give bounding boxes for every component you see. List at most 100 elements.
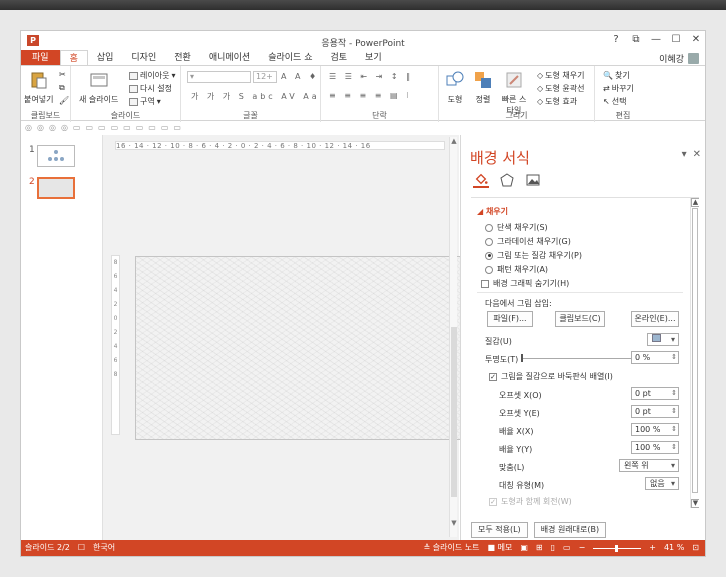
alignment-select[interactable]: 왼쪽 위 [619, 459, 679, 472]
zoom-out-icon[interactable]: − [579, 540, 586, 556]
apply-to-all-button[interactable]: 모두 적용(L) [471, 522, 528, 538]
tab-home[interactable]: 홈 [59, 50, 88, 66]
reset-background-button[interactable]: 배경 원래대로(B) [533, 522, 607, 538]
replace-button[interactable]: ⇄ 바꾸기 [603, 83, 634, 94]
zoom-in-icon[interactable]: + [649, 540, 656, 556]
insert-online-button[interactable]: 온라인(E)... [631, 311, 679, 327]
user-name: 이혜강 [659, 55, 684, 65]
hide-graphics-checkbox[interactable] [481, 279, 489, 288]
minimize-icon[interactable]: — [651, 34, 661, 45]
close-icon[interactable]: ✕ [691, 34, 701, 45]
editor-scrollbar[interactable]: ▲ ▼ [449, 137, 457, 537]
scale-y-input[interactable]: 100 % [631, 441, 679, 454]
rotate-checkbox[interactable]: ✓ [489, 497, 497, 506]
reset-button[interactable]: 다시 설정 [129, 83, 172, 94]
hide-background-graphics[interactable]: 배경 그래픽 숨기기(H) [481, 278, 569, 289]
pane-options-icon[interactable]: ▾ [682, 149, 687, 160]
fill-option-solid[interactable]: 단색 채우기(S) [485, 222, 548, 233]
picture-icon[interactable] [525, 172, 541, 188]
scale-x-input[interactable]: 100 % [631, 423, 679, 436]
list-icons[interactable]: ☰ ☰ ⇤ ⇥ ↕ ‖ [329, 72, 413, 81]
fill-option-picture[interactable]: 그림 또는 질감 채우기(P) [485, 250, 582, 261]
tile-picture-option[interactable]: ✓ 그림을 질감으로 바둑판식 배열(I) [489, 371, 613, 382]
find-button[interactable]: 🔍 찾기 [603, 70, 630, 81]
fit-to-window-icon[interactable]: ⊡ [692, 540, 699, 556]
radio-gradient[interactable] [485, 237, 493, 246]
transparency-slider[interactable] [521, 358, 631, 359]
rotate-with-shape-option[interactable]: ✓ 도형과 함께 회전(W) [489, 496, 572, 507]
shape-outline-button[interactable]: ◇ 도형 윤곽선 [537, 83, 585, 94]
font-size-combo[interactable]: 12+ [253, 71, 277, 83]
language-indicator[interactable]: 한국어 [93, 540, 115, 556]
fill-option-gradient[interactable]: 그라데이션 채우기(G) [485, 236, 571, 247]
scroll-down-icon[interactable]: ▼ [450, 519, 458, 527]
maximize-icon[interactable]: ☐ [671, 34, 681, 45]
tab-view[interactable]: 보기 [356, 50, 391, 66]
fill-bucket-icon[interactable] [473, 172, 489, 188]
tile-checkbox[interactable]: ✓ [489, 372, 497, 381]
pane-body: ◢ 채우기 단색 채우기(S) 그라데이션 채우기(G) 그림 또는 질감 채우… [471, 197, 699, 535]
zoom-slider[interactable] [593, 544, 642, 552]
layout-button[interactable]: 레이아웃 ▾ [129, 70, 175, 81]
notes-button[interactable]: ≙ 슬라이드 노트 [424, 540, 480, 556]
help-icon[interactable]: ? [611, 34, 621, 45]
comments-button[interactable]: ■ 메모 [487, 540, 512, 556]
shapes-button[interactable]: 도형 [445, 70, 465, 105]
font-grow-shrink-icons[interactable]: A A ♦ [281, 72, 319, 81]
slide-thumbnail-1[interactable] [37, 145, 75, 167]
tab-insert[interactable]: 삽입 [88, 50, 123, 66]
tab-animations[interactable]: 애니메이션 [200, 50, 259, 66]
format-painter-icon[interactable]: 🖌 [59, 96, 69, 105]
new-slide-button[interactable]: 새 슬라이드 [79, 70, 118, 105]
fill-option-pattern[interactable]: 패턴 채우기(A) [485, 264, 548, 275]
pane-scrollbar-thumb[interactable] [692, 208, 698, 493]
user-account[interactable]: 이혜강 [659, 52, 699, 65]
ribbon-display-icon[interactable]: ⧉ [631, 34, 641, 45]
pane-scroll-down-icon[interactable]: ▼ [691, 499, 699, 508]
cut-icon[interactable]: ✂ [59, 70, 66, 79]
tab-review[interactable]: 검토 [321, 50, 356, 66]
shape-effect-button[interactable]: ◇ 도형 효과 [537, 96, 577, 107]
transparency-input[interactable]: 0 % [631, 351, 679, 364]
slide-sorter-view-icon[interactable]: ⊞ [536, 540, 543, 556]
tab-design[interactable]: 디자인 [122, 50, 165, 66]
insert-file-button[interactable]: 파일(F)... [487, 311, 533, 327]
align-icons[interactable]: ≡ ≡ ≡ ≡ ▤ ⁝ [329, 91, 412, 100]
shape-fill-button[interactable]: ◇ 도형 채우기 [537, 70, 585, 81]
normal-view-icon[interactable]: ▣ [520, 540, 528, 556]
paste-button[interactable]: 붙여넣기 [24, 70, 53, 105]
texture-picker[interactable] [647, 333, 679, 346]
offset-x-input[interactable]: 0 pt [631, 387, 679, 400]
quick-access-toolbar[interactable]: ◎◎◎◎▭▭▭▭▭▭▭▭▭ [21, 122, 705, 134]
fill-section-header[interactable]: ◢ 채우기 [477, 206, 508, 217]
select-icon: ↖ [603, 97, 610, 106]
radio-solid[interactable] [485, 223, 493, 232]
effects-pentagon-icon[interactable] [499, 172, 515, 188]
slide-canvas[interactable] [135, 256, 464, 440]
spellcheck-icon[interactable]: ☐ [78, 540, 85, 556]
scroll-up-icon[interactable]: ▲ [450, 137, 458, 145]
offset-y-input[interactable]: 0 pt [631, 405, 679, 418]
radio-picture[interactable] [485, 251, 493, 260]
arrange-button[interactable]: 정렬 [473, 70, 493, 105]
pane-scrollbar[interactable]: ▲ ▼ [690, 198, 699, 508]
font-name-combo[interactable]: ▾ [187, 71, 251, 83]
zoom-level[interactable]: 41 % [664, 540, 684, 556]
slideshow-view-icon[interactable]: ▭ [563, 540, 571, 556]
tab-file[interactable]: 파일 [21, 50, 60, 66]
pane-scroll-up-icon[interactable]: ▲ [691, 198, 699, 207]
pane-close-icon[interactable]: ✕ [693, 149, 701, 160]
radio-pattern[interactable] [485, 265, 493, 274]
mirror-type-select[interactable]: 없음 [645, 477, 679, 490]
select-button[interactable]: ↖ 선택 [603, 96, 626, 107]
scrollbar-thumb[interactable] [451, 327, 457, 497]
reading-view-icon[interactable]: ▯ [551, 540, 555, 556]
tab-slideshow[interactable]: 슬라이드 쇼 [259, 50, 321, 66]
insert-clipboard-button[interactable]: 클립보드(C) [555, 311, 605, 327]
transparency-slider-thumb[interactable] [521, 354, 523, 362]
tab-transitions[interactable]: 전환 [165, 50, 200, 66]
section-button[interactable]: 구역 ▾ [129, 96, 161, 107]
slide-thumbnail-2[interactable] [37, 177, 75, 199]
font-style-icons[interactable]: 가 가 가 S abc AV Aa [191, 91, 320, 102]
copy-icon[interactable]: ⧉ [59, 83, 65, 93]
